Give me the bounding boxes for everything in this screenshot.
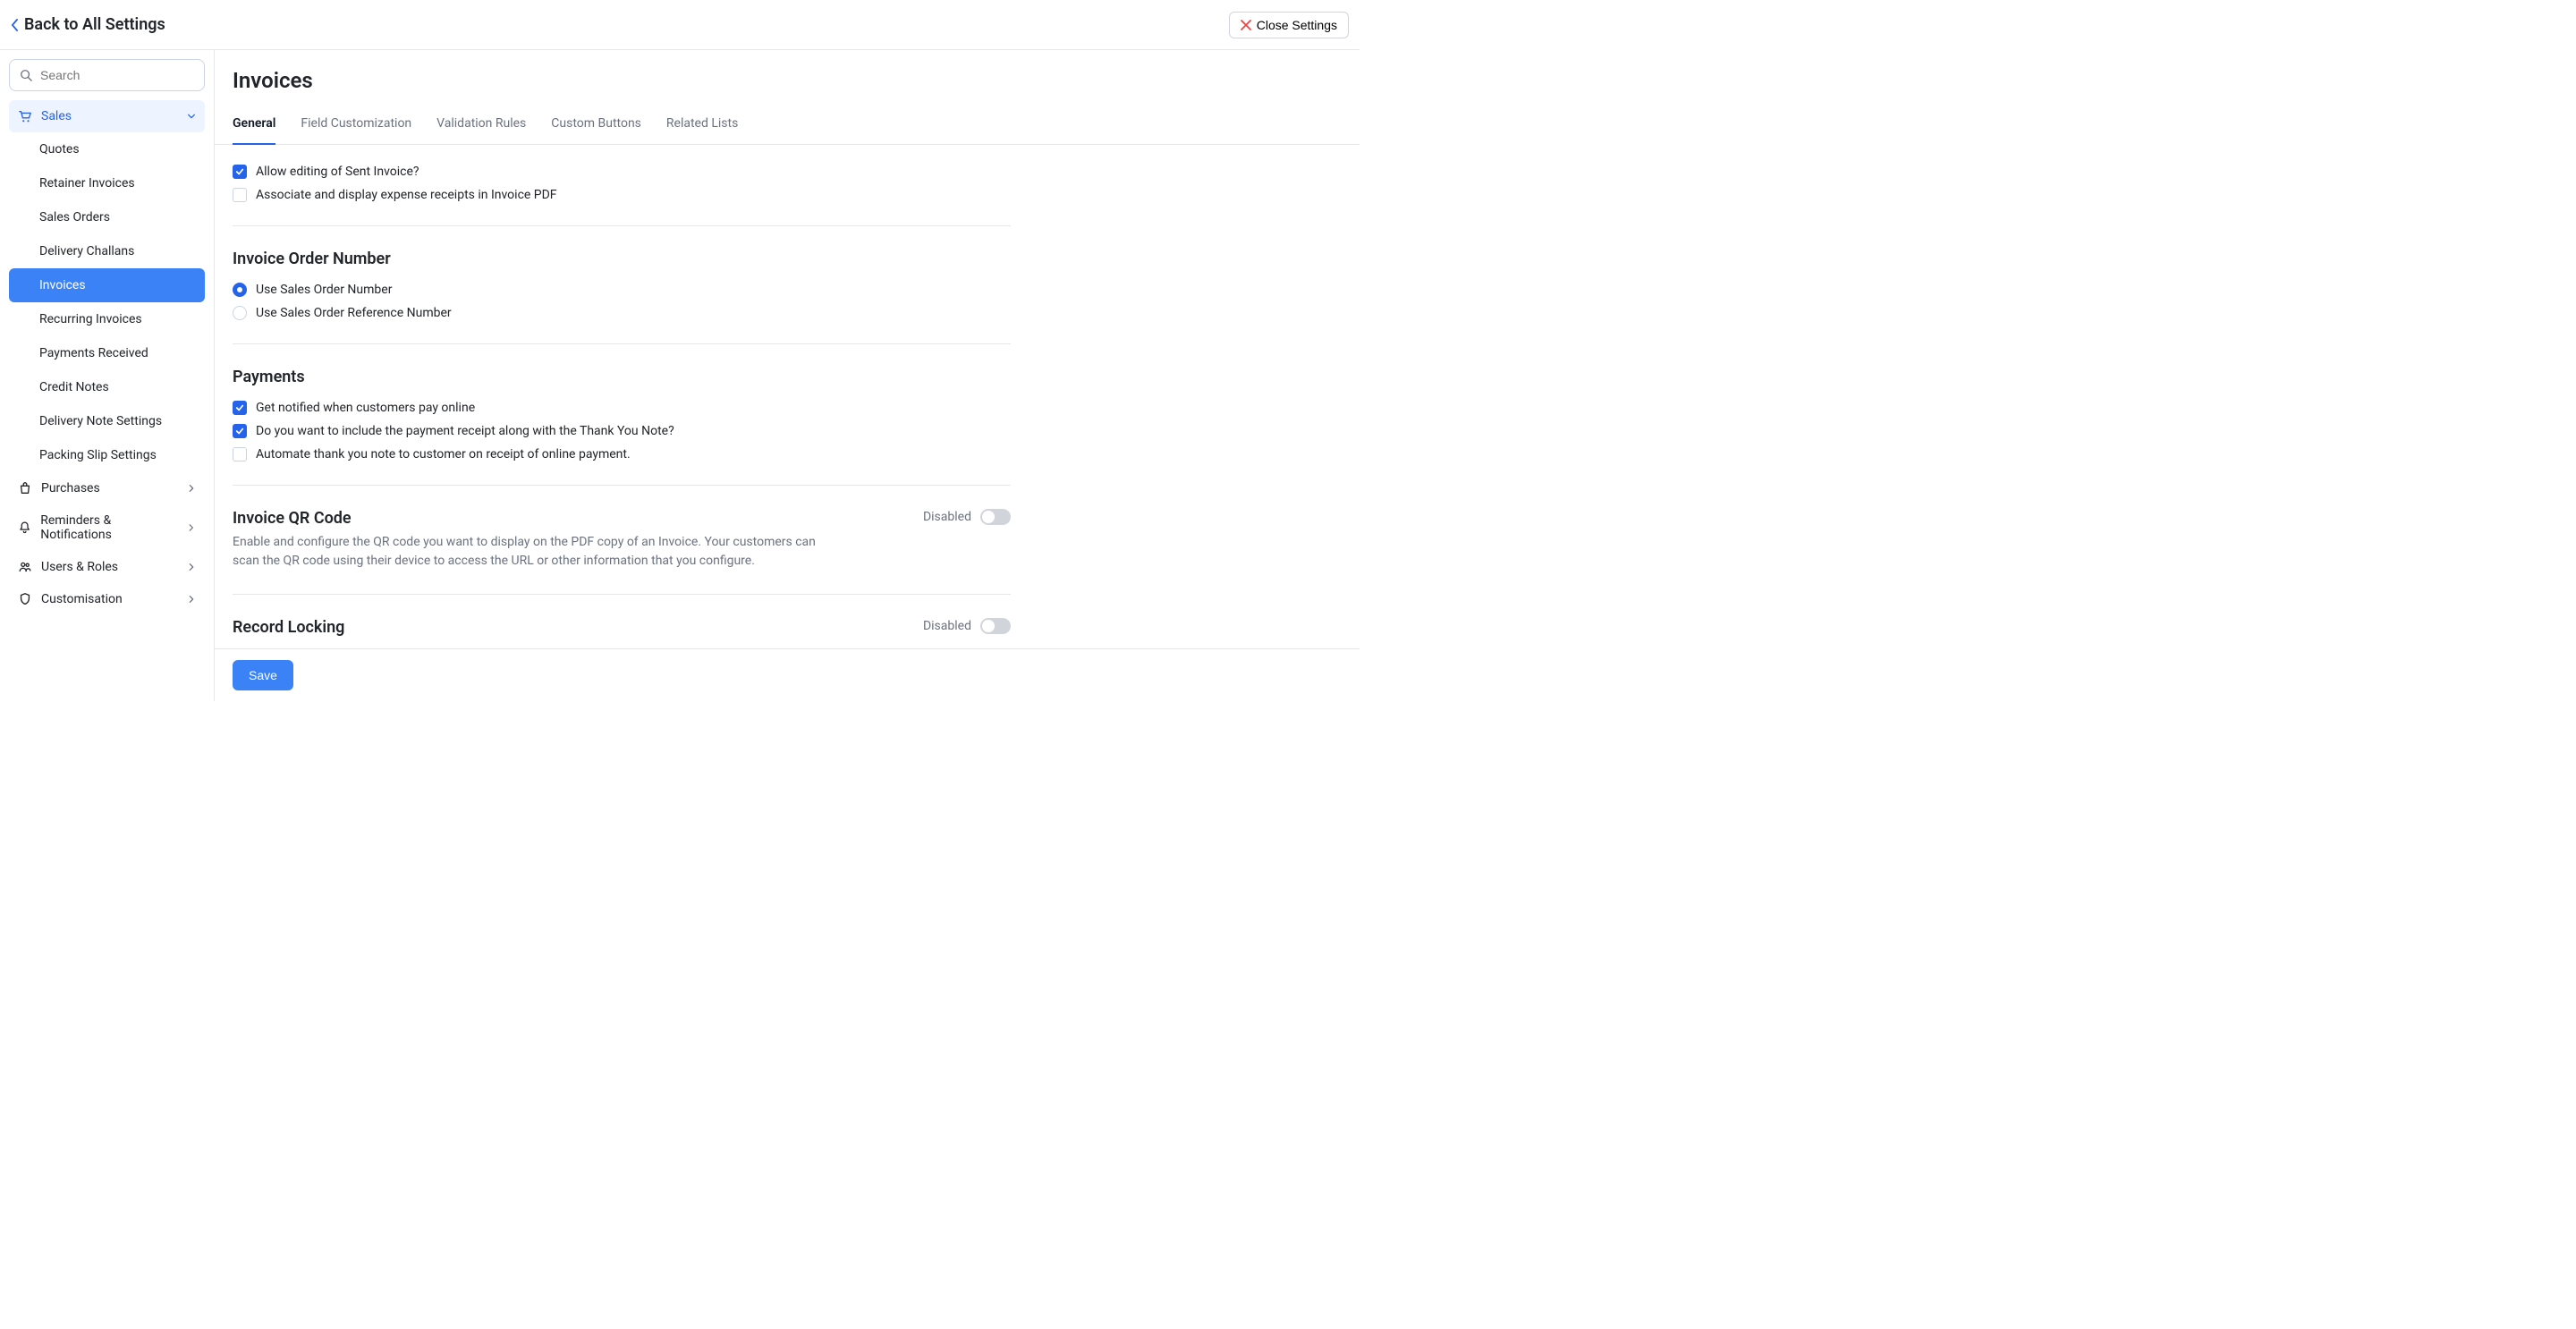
tab-field-customization[interactable]: Field Customization (301, 109, 411, 145)
sidebar-group-sales[interactable]: Sales (9, 100, 205, 132)
settings-sidebar: Sales QuotesRetainer InvoicesSales Orders… (0, 50, 215, 701)
chevron-right-icon (187, 484, 196, 493)
payments-title: Payments (233, 368, 1011, 386)
record-locking-toggle[interactable] (980, 618, 1011, 634)
sidebar-item-packing-slip-settings[interactable]: Packing Slip Settings (9, 438, 205, 472)
invoice-qr-code-title: Invoice QR Code (233, 509, 841, 528)
sidebar-group-label: Reminders & Notifications (40, 513, 178, 542)
payments-option-checkbox[interactable] (233, 424, 247, 438)
qr-code-toggle[interactable] (980, 509, 1011, 525)
top-option-checkbox[interactable] (233, 165, 247, 179)
search-icon (20, 69, 32, 81)
chevron-right-icon (187, 563, 196, 571)
order-number-label: Use Sales Order Reference Number (256, 306, 452, 320)
order-number-option-row: Use Sales Order Reference Number (233, 306, 1011, 320)
tab-validation-rules[interactable]: Validation Rules (436, 109, 526, 145)
order-number-option-row: Use Sales Order Number (233, 283, 1011, 297)
payments-option-row: Get notified when customers pay online (233, 401, 1011, 415)
top-option-label: Associate and display expense receipts i… (256, 188, 557, 202)
users-icon (18, 560, 32, 574)
sidebar-group-purchases[interactable]: Purchases (9, 472, 205, 504)
invoice-order-number-title: Invoice Order Number (233, 250, 1011, 268)
back-label: Back to All Settings (24, 15, 165, 34)
record-locking-title: Record Locking (233, 618, 344, 637)
sidebar-group-label: Users & Roles (41, 560, 118, 574)
order-number-label: Use Sales Order Number (256, 283, 392, 297)
sidebar-group-users[interactable]: Users & Roles (9, 551, 205, 583)
bell-icon (18, 521, 31, 535)
tab-general[interactable]: General (233, 109, 275, 145)
sidebar-item-quotes[interactable]: Quotes (9, 132, 205, 166)
save-button[interactable]: Save (233, 660, 293, 690)
payments-option-row: Do you want to include the payment recei… (233, 424, 1011, 438)
sidebar-group-reminders[interactable]: Reminders & Notifications (9, 504, 205, 551)
sidebar-item-sales-orders[interactable]: Sales Orders (9, 200, 205, 234)
sidebar-item-recurring-invoices[interactable]: Recurring Invoices (9, 302, 205, 336)
sidebar-group-label: Purchases (41, 481, 100, 495)
top-option-label: Allow editing of Sent Invoice? (256, 165, 419, 179)
content-scroll[interactable]: Allow editing of Sent Invoice? Associate … (215, 145, 1360, 648)
top-option-row: Associate and display expense receipts i… (233, 188, 1011, 202)
settings-topbar: Back to All Settings Close Settings (0, 0, 1360, 50)
check-icon (235, 403, 244, 412)
invoice-qr-code-description: Enable and configure the QR code you wan… (233, 533, 841, 571)
tab-custom-buttons[interactable]: Custom Buttons (551, 109, 641, 145)
order-number-radio[interactable] (233, 283, 247, 297)
cart-icon (18, 109, 32, 123)
settings-tabs: General Field Customization Validation Rul… (215, 109, 1360, 145)
order-number-radio[interactable] (233, 306, 247, 320)
tab-related-lists[interactable]: Related Lists (666, 109, 738, 145)
payments-option-label: Do you want to include the payment recei… (256, 424, 674, 438)
chevron-right-icon (187, 523, 196, 532)
shield-icon (18, 592, 32, 606)
settings-search-input[interactable] (9, 59, 205, 91)
check-icon (235, 167, 244, 176)
sidebar-item-delivery-note-settings[interactable]: Delivery Note Settings (9, 404, 205, 438)
chevron-right-icon (187, 595, 196, 604)
close-icon (1241, 20, 1251, 30)
check-icon (235, 427, 244, 436)
close-settings-button[interactable]: Close Settings (1229, 12, 1349, 38)
sidebar-item-delivery-challans[interactable]: Delivery Challans (9, 234, 205, 268)
page-title: Invoices (215, 50, 1360, 109)
qr-code-status-label: Disabled (923, 510, 971, 524)
payments-option-label: Get notified when customers pay online (256, 401, 475, 415)
payments-option-label: Automate thank you note to customer on r… (256, 447, 631, 461)
payments-option-checkbox[interactable] (233, 401, 247, 415)
sidebar-item-invoices[interactable]: Invoices (9, 268, 205, 302)
sidebar-group-customisation[interactable]: Customisation (9, 583, 205, 615)
top-option-row: Allow editing of Sent Invoice? (233, 165, 1011, 179)
sidebar-item-payments-received[interactable]: Payments Received (9, 336, 205, 370)
chevron-down-icon (187, 112, 196, 121)
sidebar-item-retainer-invoices[interactable]: Retainer Invoices (9, 166, 205, 200)
sidebar-group-label: Sales (41, 109, 72, 123)
payments-option-checkbox[interactable] (233, 447, 247, 461)
top-option-checkbox[interactable] (233, 188, 247, 202)
payments-option-row: Automate thank you note to customer on r… (233, 447, 1011, 461)
bag-icon (18, 481, 32, 495)
back-to-settings-link[interactable]: Back to All Settings (11, 15, 165, 34)
chevron-left-icon (11, 19, 19, 31)
sidebar-item-credit-notes[interactable]: Credit Notes (9, 370, 205, 404)
close-label: Close Settings (1257, 18, 1337, 32)
sidebar-group-label: Customisation (41, 592, 123, 606)
record-locking-status-label: Disabled (923, 619, 971, 633)
